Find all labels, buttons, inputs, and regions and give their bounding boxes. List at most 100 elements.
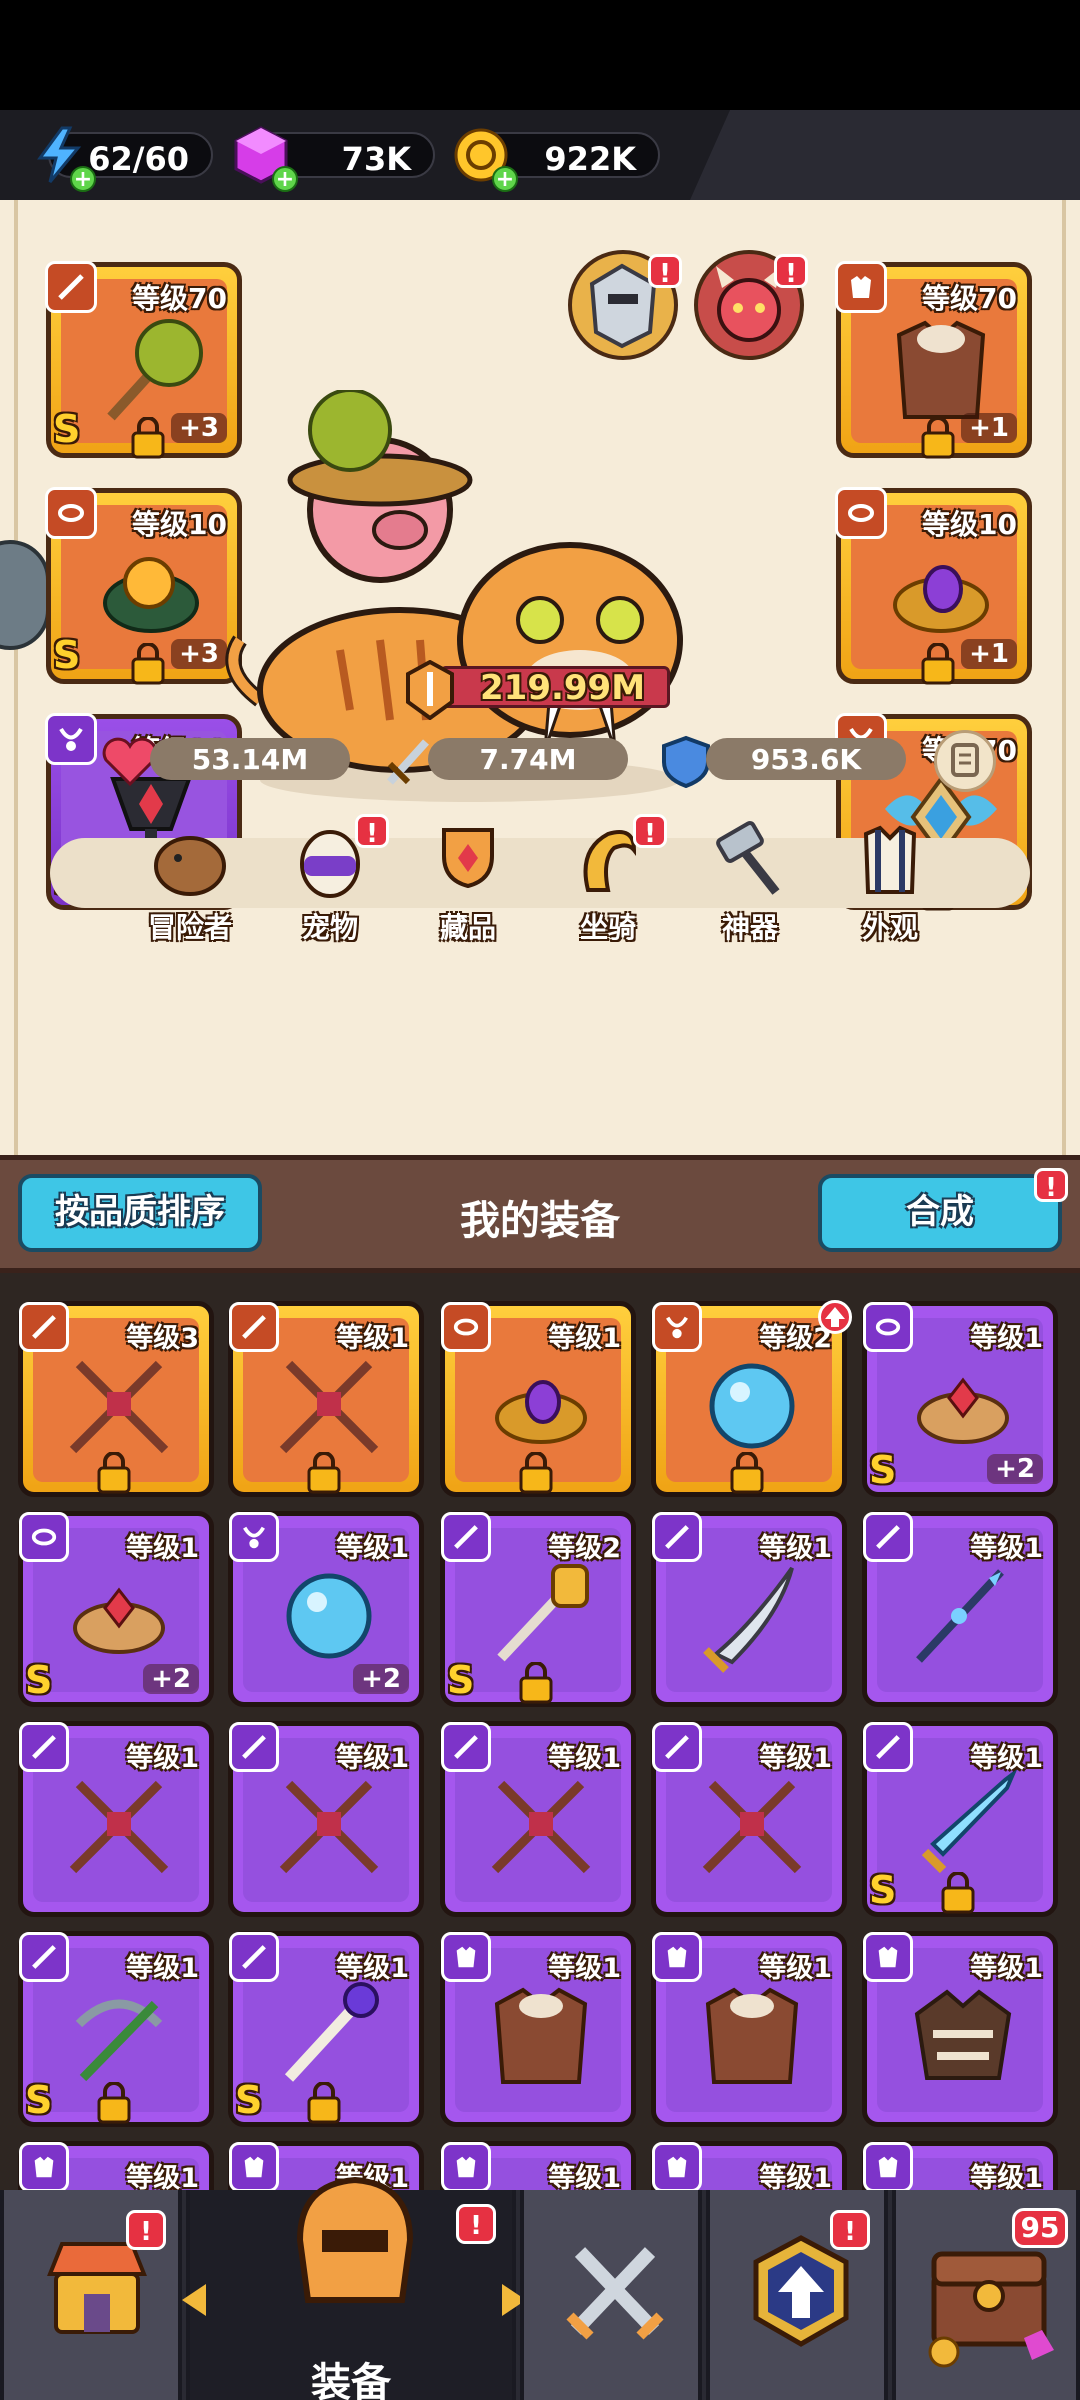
blue-orb-icon <box>286 1573 372 1659</box>
inventory-item[interactable]: 等级1 <box>440 1721 636 1917</box>
nav-shop[interactable]: ! <box>0 2190 182 2400</box>
inventory-item[interactable]: 等级1 +2 S <box>862 1301 1058 1497</box>
item-grade: S <box>869 1448 897 1492</box>
item-level: 等级1 <box>970 1533 1043 1564</box>
lock-icon <box>97 1452 131 1494</box>
item-grade: S <box>869 1868 897 1912</box>
lock-icon <box>941 1872 975 1914</box>
slot-level: 等级70 <box>132 282 227 315</box>
inventory-item[interactable]: 等级1 <box>651 1511 847 1707</box>
item-grade: S <box>25 2078 53 2122</box>
gem-value: 73K <box>341 140 411 178</box>
item-level: 等级1 <box>759 1953 832 1984</box>
item-level: 等级1 <box>336 1743 409 1774</box>
amethyst-ring-icon <box>881 533 1001 653</box>
inventory-item[interactable]: 等级1 <box>228 1301 424 1497</box>
outfit-icon <box>863 825 917 894</box>
prev-arrow-icon[interactable] <box>178 2280 208 2320</box>
tab-artifact[interactable]: 神器 <box>695 820 805 950</box>
inventory-item[interactable]: 等级1 <box>18 1721 214 1917</box>
tab-label: 外观 <box>861 911 918 944</box>
sort-by-quality-button[interactable]: 按品质排序 <box>18 1174 262 1252</box>
tab-appearance[interactable]: 外观 <box>835 820 945 950</box>
merge-button[interactable]: 合成 <box>818 1174 1062 1252</box>
upgrade-alert-icon: ! <box>830 2210 870 2250</box>
add-gems-icon[interactable]: + <box>272 166 298 192</box>
inventory-item[interactable]: 等级1 S <box>862 1721 1058 1917</box>
tab-label: 冒险者 <box>147 911 232 944</box>
hp-stat: 53.14M <box>150 738 350 780</box>
item-level: 等级1 <box>970 1323 1043 1354</box>
slot-grade: S <box>53 633 81 677</box>
combat-power-value: 219.99M <box>480 668 646 708</box>
resource-bar: + 62/60 + 73K + 922K <box>0 110 1080 200</box>
slot-level: 等级70 <box>922 282 1017 315</box>
coin-value: 922K <box>544 140 636 178</box>
inventory-item[interactable]: 等级2 S <box>440 1511 636 1707</box>
inventory-item[interactable]: 等级3 <box>18 1301 214 1497</box>
crossed-swords-icon <box>566 2247 664 2340</box>
tab-mount[interactable]: 坐骑 ! <box>553 814 667 950</box>
striped-armor-icon <box>914 1989 1012 2080</box>
stats-detail-button[interactable] <box>934 730 996 792</box>
equip-slot-ring-2[interactable]: 等级10 +1 <box>835 487 1032 685</box>
inventory-item[interactable]: 等级1 <box>440 2141 636 2190</box>
equip-slot-armor[interactable]: 等级70 +1 <box>835 261 1032 459</box>
inventory-item[interactable]: 等级1 S <box>18 1931 214 2127</box>
inventory-item[interactable]: 等级2 <box>651 1301 847 1497</box>
coin-counter[interactable]: + 922K <box>454 128 660 192</box>
chest-count-badge: 95 <box>1012 2208 1068 2248</box>
inventory-item[interactable]: 等级1 <box>651 1721 847 1917</box>
nav-battle[interactable] <box>520 2190 702 2400</box>
capybara-icon <box>154 836 226 896</box>
slot-level: 等级10 <box>922 508 1017 541</box>
inventory-grid: 等级3 等级1 等级1 等级2 等级1 +2 S 等级1 +2 S 等级1 +2 等级2 S 等级1 等级1 等… <box>0 1273 1080 2190</box>
energy-counter[interactable]: + 62/60 <box>37 126 213 192</box>
armor-badge-icon <box>19 2142 69 2190</box>
armor-badge-icon <box>863 2142 913 2190</box>
item-level: 等级1 <box>336 1323 409 1354</box>
crystal-spear-icon <box>916 1569 1004 1663</box>
inventory-item[interactable]: 等级1 <box>651 1931 847 2127</box>
inventory-item[interactable]: 等级1 <box>440 1301 636 1497</box>
attack-value: 7.74M <box>479 743 577 776</box>
item-level: 等级1 <box>548 1953 621 1984</box>
nav-upgrade[interactable]: ! <box>706 2190 888 2400</box>
inventory-item[interactable]: 等级1 +2 S <box>18 1511 214 1707</box>
inventory-item[interactable]: 等级1 <box>651 2141 847 2190</box>
gem-cube-icon: + <box>230 124 298 192</box>
spiked-mace-icon <box>91 307 211 427</box>
shop-alert-icon: ! <box>126 2210 166 2250</box>
inventory-item[interactable]: 等级1 <box>862 1931 1058 2127</box>
inventory-item[interactable]: 等级1 <box>228 1721 424 1917</box>
inventory-item[interactable]: 等级1 S <box>228 1931 424 2127</box>
lock-icon <box>131 643 165 685</box>
sword-badge-icon <box>45 261 97 313</box>
item-level: 等级1 <box>548 1743 621 1774</box>
inventory-item[interactable]: 等级1 <box>862 2141 1058 2190</box>
defense-value: 953.6K <box>750 743 862 776</box>
list-icon <box>951 743 979 777</box>
tab-collection[interactable]: 藏品 <box>413 820 523 950</box>
item-level: 等级1 <box>126 1533 199 1564</box>
tab-pet[interactable]: 宠物 ! <box>275 814 389 950</box>
inventory-item[interactable]: 等级1 <box>18 2141 214 2190</box>
item-enhance: +2 <box>143 1664 199 1694</box>
lock-icon <box>519 1662 553 1704</box>
add-coins-icon[interactable]: + <box>492 166 518 192</box>
item-level: 等级3 <box>126 1323 199 1354</box>
tab-adventurer[interactable]: 冒险者 <box>135 820 245 950</box>
nav-chest[interactable]: 95 <box>892 2190 1080 2400</box>
knight-alert-icon: ! <box>648 254 682 289</box>
lock-icon <box>307 2082 341 2124</box>
inventory-item[interactable]: 等级1 +2 <box>228 1511 424 1707</box>
gem-counter[interactable]: + 73K <box>234 126 435 192</box>
item-level: 等级1 <box>126 1743 199 1774</box>
lock-icon <box>307 1452 341 1494</box>
armor-badge-icon <box>229 2142 279 2190</box>
combat-power: 219.99M <box>400 660 670 720</box>
lock-icon <box>97 2082 131 2124</box>
inventory-item[interactable]: 等级1 <box>862 1511 1058 1707</box>
inventory-item[interactable]: 等级1 <box>440 1931 636 2127</box>
treasure-chest-icon <box>928 2251 1054 2368</box>
